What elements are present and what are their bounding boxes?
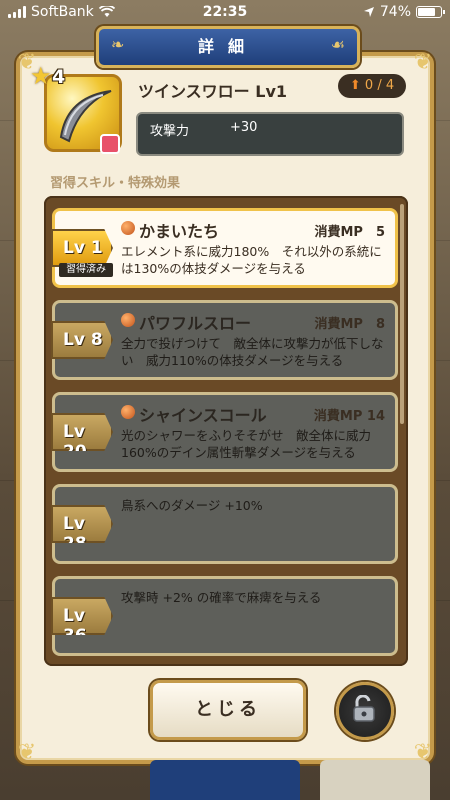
element-badge-icon: [100, 134, 120, 154]
limit-break-badge: ⬆ 0 / 4: [338, 74, 406, 98]
level-tag: Lv 8: [51, 321, 113, 359]
stats-box: 攻撃力 +30: [136, 112, 404, 156]
skill-name: パワフルスロー: [139, 314, 252, 333]
weapon-name: ツインスワロー Lv1: [138, 82, 288, 101]
skill-name: シャインスコール: [139, 406, 267, 425]
skill-description: 攻撃時 +2% の確率で麻痺を与える: [121, 590, 322, 605]
level-tag: Lv 20: [51, 413, 113, 451]
tab-bar-button: [320, 760, 430, 800]
dialog-title: 詳細: [197, 37, 258, 56]
ornament-icon: ❦: [17, 740, 37, 765]
mp-cost: 消費MP 8: [314, 317, 385, 332]
tab-bar-button: [150, 760, 300, 800]
rank-number: 4: [52, 66, 66, 88]
location-icon: [363, 7, 374, 17]
section-title: 習得スキル・特殊効果: [50, 176, 181, 191]
skill-description: 全力で投げつけて 敵全体に攻撃力が低下しない 威力110%の体技ダメージを与える: [121, 336, 384, 368]
status-bar: SoftBank 22:35 74%: [0, 0, 450, 26]
battery-percent: 74%: [379, 4, 411, 20]
skill-icon: [121, 221, 135, 235]
skill-description: 鳥系へのダメージ +10%: [121, 498, 263, 513]
skill-row[interactable]: Lv 36 攻撃時 +2% の確率で麻痺を与える: [51, 576, 398, 656]
skill-row[interactable]: Lv 20 シャインスコール 消費MP 14 光のシャワーをふりそそがせ 敵全体…: [51, 392, 398, 472]
unlock-button[interactable]: [336, 682, 394, 740]
unlock-icon: [353, 695, 375, 722]
mp-cost: 消費MP 5: [314, 225, 385, 240]
level-tag: Lv 1: [51, 229, 113, 267]
arrow-up-icon: ⬆: [349, 78, 361, 93]
level-tag: Lv 28: [51, 505, 113, 543]
close-button[interactable]: とじる: [150, 680, 306, 740]
skill-icon: [121, 405, 135, 419]
ornament-icon: ☙: [330, 35, 345, 54]
skill-icon: [121, 313, 135, 327]
skill-name: かまいたち: [139, 222, 220, 241]
skill-row[interactable]: Lv 28 鳥系へのダメージ +10%: [51, 484, 398, 564]
star-icon: ★: [30, 62, 52, 90]
limit-break-count: 0 / 4: [364, 78, 395, 93]
skill-row[interactable]: Lv 8 パワフルスロー 消費MP 8 全力で投げつけて 敵全体に攻撃力が低下し…: [51, 300, 398, 380]
scrollbar[interactable]: [400, 204, 404, 424]
stat-label: 攻撃力: [150, 124, 190, 139]
skill-description: エレメント系に威力180% それ以外の系統には130%の体技ダメージを与える: [121, 244, 382, 276]
stat-value: +30: [230, 120, 258, 135]
mp-cost: 消費MP 14: [313, 409, 385, 424]
ornament-icon: ❧: [111, 35, 125, 54]
ornament-icon: ❦: [413, 50, 433, 75]
learned-badge: 習得済み: [59, 263, 113, 277]
skill-list[interactable]: Lv 1 習得済み かまいたち 消費MP 5 エレメント系に威力180% それ以…: [44, 196, 408, 666]
skill-description: 光のシャワーをふりそそがせ 敵全体に威力160%のデイン属性斬撃ダメージを与える: [121, 428, 372, 460]
battery-icon: [416, 6, 445, 18]
dialog-title-bar: ❧ 詳細 ☙: [96, 26, 360, 68]
level-tag: Lv 36: [51, 597, 113, 635]
skill-row[interactable]: Lv 1 習得済み かまいたち 消費MP 5 エレメント系に威力180% それ以…: [51, 208, 398, 288]
